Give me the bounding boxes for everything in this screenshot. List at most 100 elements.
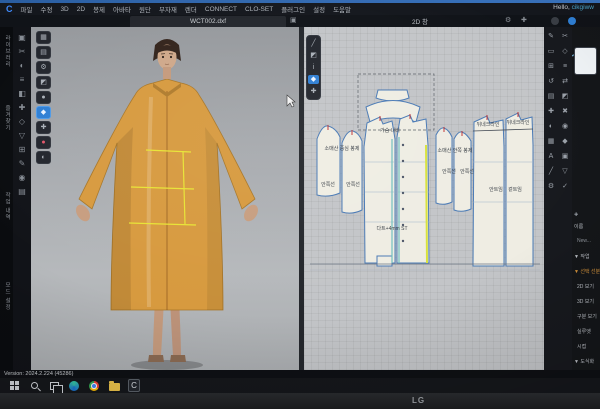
account-greeting[interactable]: Hello, cikgiww [553, 4, 594, 11]
render-icon[interactable]: ▤ [36, 46, 51, 59]
menu-item-fabric[interactable]: 원단 [139, 4, 151, 14]
menu-item-trim[interactable]: 부자재 [159, 4, 177, 14]
clo-app-icon[interactable]: C [128, 380, 140, 392]
menu-item-connect[interactable]: CONNECT [205, 6, 237, 13]
target-icon[interactable]: ◉ [562, 123, 568, 131]
add-icon[interactable]: ✚ [306, 87, 321, 96]
menu-item-edit[interactable]: 수정 [40, 4, 52, 14]
list-tool-icon[interactable]: ≡ [563, 63, 567, 71]
menu-item-sewing[interactable]: 봉제 [93, 4, 105, 14]
layers-icon[interactable]: ▤ [548, 93, 555, 101]
menu-item-help[interactable]: 도움말 [333, 4, 351, 14]
pen-icon[interactable]: ╱ [306, 39, 321, 48]
flip-icon[interactable]: ▽ [562, 168, 567, 176]
add-icon[interactable]: ✚ [36, 121, 51, 134]
active-tool-icon[interactable]: ◆ [308, 75, 319, 84]
property-row[interactable]: 시접 [577, 343, 600, 351]
rail-tab-library[interactable]: 라이브러리 [3, 35, 11, 68]
diamond-icon[interactable]: ◆ [562, 138, 567, 146]
property-row[interactable]: 3D 보기 [577, 298, 600, 306]
contrast-icon[interactable]: ◐ [549, 123, 553, 131]
shading-icon[interactable]: ◐ [36, 151, 51, 164]
task-view-icon[interactable] [48, 380, 60, 392]
delete-icon[interactable]: ✖ [562, 108, 568, 116]
property-row[interactable]: 2D 보기 [577, 283, 600, 291]
pattern-sleeve-right-1[interactable] [436, 128, 452, 204]
menu-item-clo-set[interactable]: CLO-SET [245, 6, 273, 13]
rail-tab-mode[interactable]: 모드 설정 [3, 282, 11, 311]
info-icon[interactable]: i [306, 63, 321, 72]
pattern-pieces[interactable] [317, 90, 533, 266]
add-icon[interactable]: ✚ [19, 103, 26, 112]
library-item-icon[interactable]: ▣ [18, 33, 26, 42]
property-row[interactable]: New... [577, 238, 600, 246]
avatar-3d[interactable] [31, 27, 299, 370]
library-item-icon[interactable]: ◧ [18, 89, 26, 98]
edge-icon[interactable] [68, 380, 80, 392]
chrome-icon[interactable] [88, 380, 100, 392]
rect-tool-icon[interactable]: ▭ [548, 48, 555, 56]
pattern-sleeve-left-2[interactable] [342, 131, 362, 213]
start-button[interactable] [8, 380, 20, 392]
pattern-canvas[interactable]: 소매산 중심 봉제 안쪽선 안쪽선 가슴 나비 소매산 안쪽 봉제 안쪽선 안쪽… [304, 27, 544, 370]
garment-file-tab[interactable]: WCT002.dxf [130, 16, 286, 27]
property-section[interactable]: ▼ 도식화 [574, 358, 600, 366]
library-item-icon[interactable]: ▽ [19, 131, 25, 140]
library-item-icon[interactable]: ◉ [19, 173, 26, 182]
dart-tool-icon[interactable]: ◇ [562, 48, 567, 56]
property-section[interactable]: ▼ 작업 [574, 253, 600, 261]
list-icon[interactable]: ≡ [20, 75, 25, 84]
menu-item-3d[interactable]: 3D [60, 6, 68, 13]
avatar-display-icon[interactable]: ● [36, 91, 51, 104]
menu-item-avatar[interactable]: 아바타 [113, 4, 131, 14]
grid-tool-icon[interactable]: ⊞ [548, 63, 554, 71]
viewport-3d[interactable]: ▦ ▤ ⚙ ◩ ● ◆ ✚ ● ◐ [31, 27, 299, 370]
undo-icon[interactable]: ↺ [548, 78, 554, 86]
viewport-2d[interactable]: ╱ ◩ i ◆ ✚ [304, 27, 544, 370]
pattern-front-right[interactable] [397, 115, 429, 263]
snapshot-icon[interactable]: ▦ [36, 31, 51, 44]
library-item-icon[interactable]: ◐ [20, 61, 25, 70]
check-icon[interactable]: ✓ [562, 183, 568, 191]
rail-tab-history[interactable]: 작업 내역 [3, 192, 11, 221]
menu-item-render[interactable]: 렌더 [185, 4, 197, 14]
library-item-icon[interactable]: ◇ [19, 117, 25, 126]
gear-icon[interactable]: ⚙ [505, 16, 511, 26]
property-row[interactable]: 실루엣 [577, 328, 600, 336]
titlebar-account-icon[interactable] [568, 17, 576, 25]
menu-item-2d[interactable]: 2D [77, 6, 85, 13]
menu-item-plugin[interactable]: 플러그인 [281, 4, 305, 14]
add-icon[interactable]: ✚ [548, 108, 554, 116]
garment-display-icon[interactable]: ◩ [36, 76, 51, 89]
fabric-swatch[interactable] [575, 48, 596, 74]
add-fabric-button[interactable]: ✚ [574, 212, 600, 220]
gear-icon[interactable]: ⚙ [548, 183, 554, 191]
property-row[interactable]: 구분 보기 [577, 313, 600, 321]
active-tool-icon[interactable]: ◆ [36, 106, 51, 119]
library-item-icon[interactable]: ▤ [18, 187, 26, 196]
pattern-collar-stand[interactable] [376, 90, 409, 101]
scissors-icon[interactable]: ✂ [19, 47, 26, 56]
pen-icon[interactable]: ✎ [548, 33, 554, 41]
garment-icon[interactable]: ◩ [306, 51, 321, 60]
titlebar-dot-icon[interactable] [551, 17, 559, 25]
pattern-front-left[interactable] [364, 117, 395, 263]
pattern-grid-icon[interactable]: ▦ [548, 138, 555, 146]
text-tool-icon[interactable]: A [549, 153, 554, 161]
file-explorer-icon[interactable] [108, 380, 120, 392]
panel-menu-icon[interactable]: ▣ [290, 16, 297, 26]
plus-icon[interactable]: ✚ [521, 16, 527, 26]
swatch-icon[interactable]: ▣ [562, 153, 569, 161]
garment-icon[interactable]: ◩ [562, 93, 569, 101]
property-section[interactable]: ▼ 선택 선분 [574, 268, 600, 276]
search-icon[interactable] [28, 380, 40, 392]
scissors-icon[interactable]: ✂ [562, 33, 568, 41]
swap-icon[interactable]: ⇄ [562, 78, 568, 86]
grid-icon[interactable]: ⊞ [19, 145, 26, 154]
gear-icon[interactable]: ⚙ [36, 61, 51, 74]
pen-icon[interactable]: ✎ [19, 159, 26, 168]
rail-tab-favorites[interactable]: 즐겨찾기 [3, 105, 11, 131]
pin-icon[interactable]: ● [36, 136, 51, 149]
menu-item-file[interactable]: 파일 [21, 4, 33, 14]
menu-item-settings[interactable]: 설정 [313, 4, 325, 14]
